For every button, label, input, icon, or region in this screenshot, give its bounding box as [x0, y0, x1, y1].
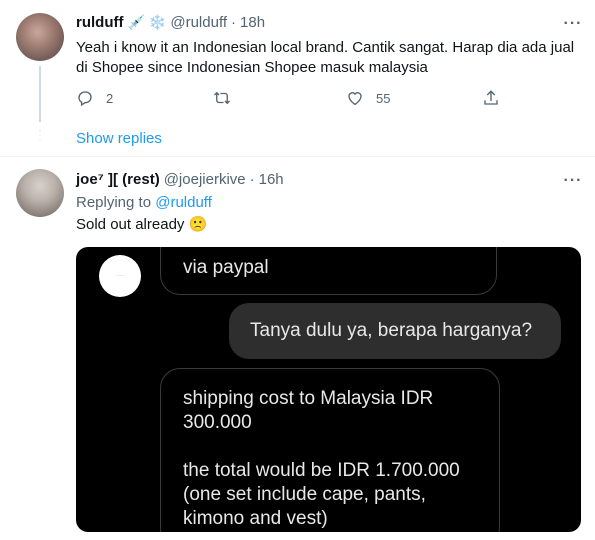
reply-button[interactable]: 2 — [76, 89, 113, 107]
chat-bubble-received: shipping cost to Malaysia IDR 300.000 th… — [160, 368, 500, 532]
separator-dot: · — [231, 14, 237, 31]
timestamp[interactable]: 18h — [240, 13, 265, 33]
tweet-text: Yeah i know it an Indonesian local brand… — [76, 39, 575, 76]
chat-bubble-sent: Tanya dulu ya, berapa harganya? — [229, 303, 561, 359]
display-name[interactable]: rulduff — [76, 13, 123, 33]
chat-bubble-text: via paypal — [183, 257, 269, 278]
divider — [0, 156, 595, 157]
tweet-media-image[interactable]: ····· via paypal Tanya dulu ya, berapa h… — [76, 247, 581, 532]
chat-bubble-text: Tanya dulu ya, berapa harganya? — [250, 320, 533, 341]
retweet-button[interactable] — [213, 89, 243, 107]
user-handle[interactable]: @joejierkive — [164, 170, 246, 190]
show-replies-link[interactable]: Show replies — [76, 129, 162, 149]
replying-to-handle-link[interactable]: @rulduff — [155, 194, 212, 211]
chat-avatar: ····· — [99, 255, 141, 297]
display-name[interactable]: joe⁷ ][ (rest) — [76, 170, 160, 190]
tweet-actions: 2 55 — [76, 89, 576, 109]
heart-icon — [348, 92, 362, 106]
reply-icon — [78, 91, 92, 107]
thread-connector-line — [39, 66, 41, 122]
chat-bubble-received: via paypal — [160, 247, 497, 295]
thread-connector-dots: · · · — [38, 125, 42, 145]
tweet-header: rulduff 💉 ❄️ @rulduff · 18h — [76, 13, 265, 33]
more-options-icon[interactable]: ··· — [562, 16, 584, 32]
separator-dot: · — [249, 171, 255, 188]
replying-to-label: Replying to — [76, 194, 152, 211]
syringe-emoji-icon: 💉 — [127, 15, 145, 31]
replying-to: Replying to @rulduff — [76, 193, 212, 213]
tweet-header: joe⁷ ][ (rest) @joejierkive · 16h — [76, 170, 284, 190]
like-count: 55 — [376, 90, 391, 106]
chat-bubble-text: shipping cost to Malaysia IDR 300.000 th… — [183, 388, 460, 529]
avatar[interactable] — [16, 13, 64, 61]
reply-count: 2 — [106, 90, 114, 106]
retweet-icon — [214, 91, 230, 105]
share-icon — [484, 90, 498, 105]
like-button[interactable]: 55 — [346, 89, 390, 107]
avatar[interactable] — [16, 169, 64, 217]
share-button[interactable] — [482, 89, 500, 107]
user-handle[interactable]: @rulduff — [170, 13, 227, 33]
more-options-icon[interactable]: ··· — [562, 173, 584, 189]
timestamp[interactable]: 16h — [259, 170, 284, 190]
snowflake-emoji-icon: ❄️ — [148, 15, 167, 31]
tweet-text: Sold out already 🙁 — [76, 216, 208, 233]
